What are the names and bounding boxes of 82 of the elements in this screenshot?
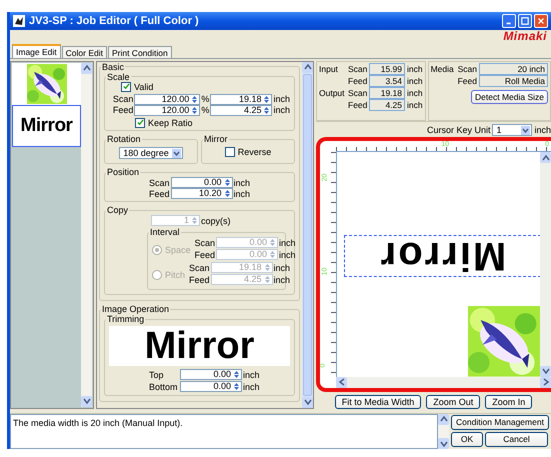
unit-label: inch (234, 178, 250, 188)
number-field[interactable]: 120.00 (134, 94, 200, 105)
number-field[interactable]: 0.00 (180, 381, 242, 392)
field-label: Scan (148, 178, 170, 188)
group-title: Position (106, 167, 140, 178)
field-label: Feed (458, 76, 477, 86)
dropdown[interactable]: 1 (492, 124, 532, 136)
readout-field: 19.18 (369, 87, 405, 100)
number-field[interactable]: 0.00 (180, 369, 242, 380)
field-label: Feed (348, 100, 367, 110)
unit-label: inch (534, 125, 551, 136)
readout-field: 15.99 (369, 63, 405, 76)
unit-label: inch (243, 370, 260, 380)
tab[interactable]: Print Condition (108, 46, 172, 58)
unit-label: inch (407, 76, 423, 86)
field-label: Feed (148, 188, 170, 199)
field-label: Feed (348, 76, 367, 86)
unit-label: inch (279, 238, 296, 248)
group-label: Media (430, 64, 455, 74)
field-label: Scan (348, 88, 367, 98)
dialog-button[interactable]: Condition Management (451, 414, 549, 430)
group-title: Rotation (106, 134, 142, 144)
group-title: Trimming (106, 314, 146, 324)
dropdown[interactable]: 180 degree (119, 147, 183, 160)
group-label: Input (319, 64, 339, 74)
number-field[interactable]: 19.18 (210, 94, 272, 105)
unit-label: copy(s) (201, 216, 231, 226)
group-title: Interval (149, 227, 181, 238)
field-label: Feed (189, 274, 210, 285)
number-field[interactable]: 4.25 (210, 104, 272, 116)
field-label: Cursor Key Unit (426, 125, 490, 136)
readout-field: Roll Media (478, 75, 548, 88)
message-box: The media width is 20 inch (Manual Input). (10, 414, 438, 449)
trimming-preview: Mirror (109, 326, 290, 366)
brand-logo: Mimaki (503, 28, 547, 43)
number-field[interactable]: 120.00 (134, 104, 200, 116)
unit-label: inch (407, 100, 423, 110)
field-label: Scan (189, 262, 210, 273)
view-button[interactable]: Zoom In (485, 394, 532, 409)
view-button[interactable]: Zoom Out (426, 394, 480, 409)
unit-label: % (201, 105, 210, 116)
text-object[interactable]: Mirror (345, 236, 540, 276)
readout-field: 3.54 (369, 75, 405, 88)
number-field[interactable]: 10.20 (170, 188, 232, 200)
field-label: Bottom (149, 382, 179, 392)
readout-field: 20 inch (478, 63, 548, 76)
readout-field: 4.25 (369, 99, 405, 112)
group-title: Copy (106, 205, 130, 216)
dialog-button[interactable]: OK (451, 432, 483, 447)
unit-label: inch (279, 250, 296, 260)
checkbox[interactable]: Reverse (224, 147, 272, 158)
field-label: Scan (458, 64, 477, 74)
field-label: Feed (112, 105, 134, 116)
group-label: Output (319, 88, 346, 98)
unit-label: inch (274, 262, 290, 273)
thumbnail[interactable]: Mirror (12, 104, 81, 147)
unit-label: % (201, 94, 210, 104)
field-label: Scan (348, 64, 367, 74)
unit-label: inch (274, 274, 290, 285)
group-title: Image Operation (101, 304, 170, 314)
unit-label: inch (407, 88, 423, 98)
dialog-button[interactable]: Cancel (485, 432, 548, 447)
tab[interactable]: Image Edit (12, 44, 61, 58)
group-title: Mirror (203, 134, 228, 144)
group-title: Scale (106, 72, 131, 82)
unit-label: inch (273, 94, 290, 104)
number-field[interactable]: 0.00 (170, 177, 232, 188)
tab[interactable]: Color Edit (62, 46, 107, 58)
window-title: JV3-SP : Job Editor ( Full Color ) (29, 14, 200, 27)
unit-label: inch (234, 188, 250, 199)
unit-label: inch (273, 105, 290, 116)
field-label: Scan (112, 94, 134, 104)
unit-label: inch (243, 382, 260, 392)
field-label: Feed (194, 250, 216, 260)
field-label: Top (149, 370, 165, 380)
detect-media-size-button[interactable]: Detect Media Size (471, 90, 548, 104)
field-label: Scan (194, 238, 216, 248)
checkbox[interactable]: Valid (121, 82, 154, 92)
checkbox[interactable]: Keep Ratio (135, 118, 193, 128)
view-button[interactable]: Fit to Media Width (334, 394, 422, 409)
unit-label: inch (407, 64, 423, 74)
group-title: Basic (101, 62, 126, 72)
